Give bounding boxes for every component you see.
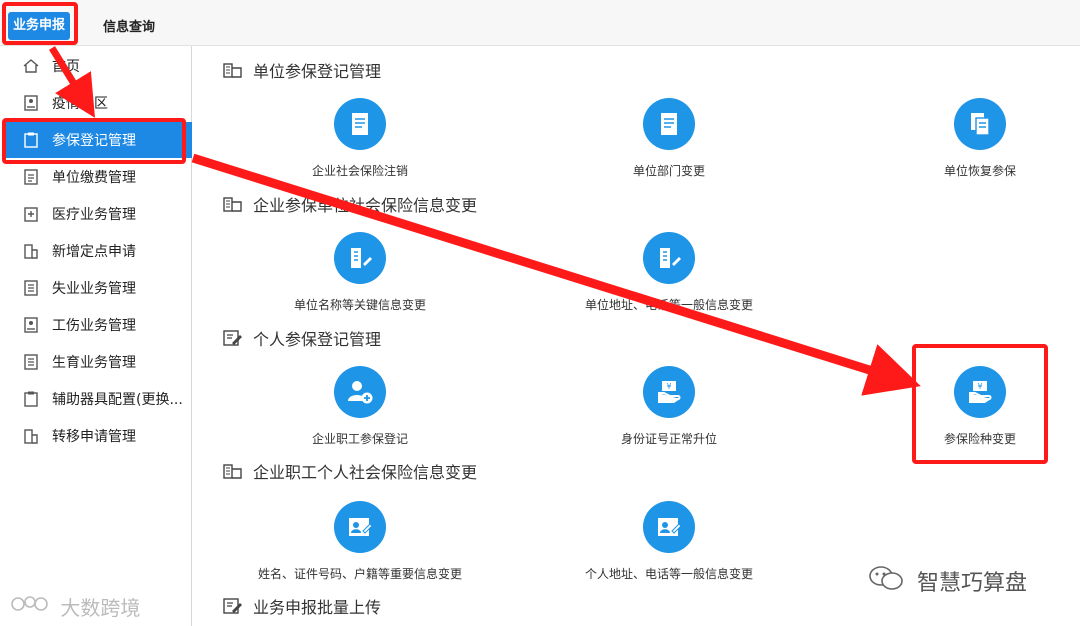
annotation-arrows — [49, 46, 921, 396]
arrow-sidebar-to-target — [191, 153, 921, 396]
arrow-tab-to-sidebar — [49, 46, 96, 118]
